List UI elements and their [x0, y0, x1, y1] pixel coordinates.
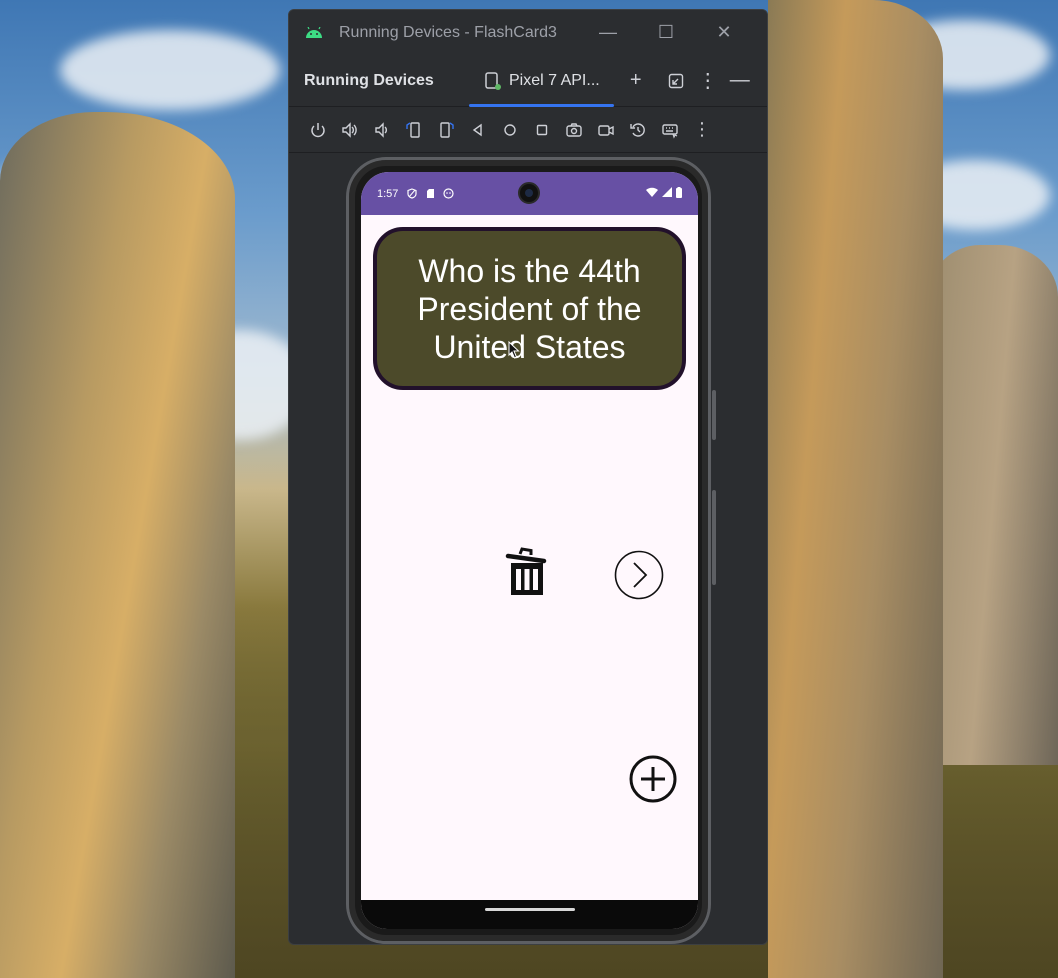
status-time: 1:57: [377, 187, 399, 200]
next-card-button[interactable]: [613, 549, 665, 601]
rotate-left-icon[interactable]: [398, 114, 430, 146]
close-button[interactable]: ✕: [695, 22, 753, 43]
face-icon: [442, 188, 454, 200]
maximize-button[interactable]: ☐: [637, 22, 695, 43]
more-options-button[interactable]: ⋮: [692, 65, 724, 97]
battery-icon: [676, 186, 682, 201]
more-icon[interactable]: ⋮: [686, 114, 718, 146]
overview-icon[interactable]: [526, 114, 558, 146]
volume-up-icon[interactable]: [334, 114, 366, 146]
wallpaper-cloud: [60, 30, 280, 110]
power-icon[interactable]: [302, 114, 334, 146]
android-icon: [303, 22, 325, 44]
home-icon[interactable]: [494, 114, 526, 146]
back-icon[interactable]: [462, 114, 494, 146]
volume-side-button: [712, 490, 716, 585]
trash-icon: [505, 547, 547, 595]
device-icon: [485, 71, 501, 90]
camera-cutout: [518, 182, 540, 204]
detach-icon[interactable]: [660, 65, 692, 97]
reset-icon[interactable]: [622, 114, 654, 146]
gesture-nav-bar: [361, 900, 698, 929]
screen-record-icon[interactable]: [590, 114, 622, 146]
add-device-button[interactable]: +: [620, 65, 652, 97]
sd-card-icon: [424, 188, 436, 200]
keyboard-icon[interactable]: [654, 114, 686, 146]
rotate-right-icon[interactable]: [430, 114, 462, 146]
window-titlebar[interactable]: Running Devices - FlashCard3 — ☐ ✕: [289, 10, 767, 55]
tool-window-header: Running Devices Pixel 7 API... + ⋮ —: [289, 55, 767, 107]
window-title: Running Devices - FlashCard3: [339, 23, 557, 41]
device-tab-label: Pixel 7 API...: [509, 71, 600, 89]
minimize-button[interactable]: —: [579, 22, 637, 43]
screenshot-icon[interactable]: [558, 114, 590, 146]
device-screen[interactable]: 1:57 Who is the 44th President of the Un…: [361, 172, 698, 929]
plus-circle-icon: [629, 755, 677, 803]
signal-icon: [662, 187, 672, 200]
wifi-icon: [646, 187, 658, 200]
shield-icon: [406, 188, 418, 200]
device-controls-bar: ⋮: [289, 107, 767, 153]
mouse-cursor-icon: [508, 341, 520, 359]
chevron-right-circle-icon: [614, 550, 664, 600]
hide-panel-button[interactable]: —: [724, 65, 756, 97]
status-bar: 1:57: [361, 172, 698, 215]
flashcard-text: Who is the 44th President of the United …: [417, 252, 642, 365]
power-side-button: [712, 390, 716, 440]
tab-device-pixel-7[interactable]: Pixel 7 API...: [469, 55, 614, 107]
delete-card-button[interactable]: [504, 546, 550, 598]
volume-down-icon[interactable]: [366, 114, 398, 146]
status-right-icons: [646, 186, 682, 201]
gesture-handle[interactable]: [485, 908, 575, 911]
running-devices-window: Running Devices - FlashCard3 — ☐ ✕ Runni…: [288, 9, 768, 945]
device-frame: 1:57 Who is the 44th President of the Un…: [346, 157, 716, 944]
wallpaper-standing-stone: [0, 112, 235, 978]
add-card-button[interactable]: [628, 754, 678, 804]
wallpaper-standing-stone: [768, 0, 943, 978]
panel-title: Running Devices: [304, 71, 434, 89]
flashcard-question[interactable]: Who is the 44th President of the United …: [373, 227, 686, 390]
wallpaper-standing-stone: [928, 245, 1058, 765]
